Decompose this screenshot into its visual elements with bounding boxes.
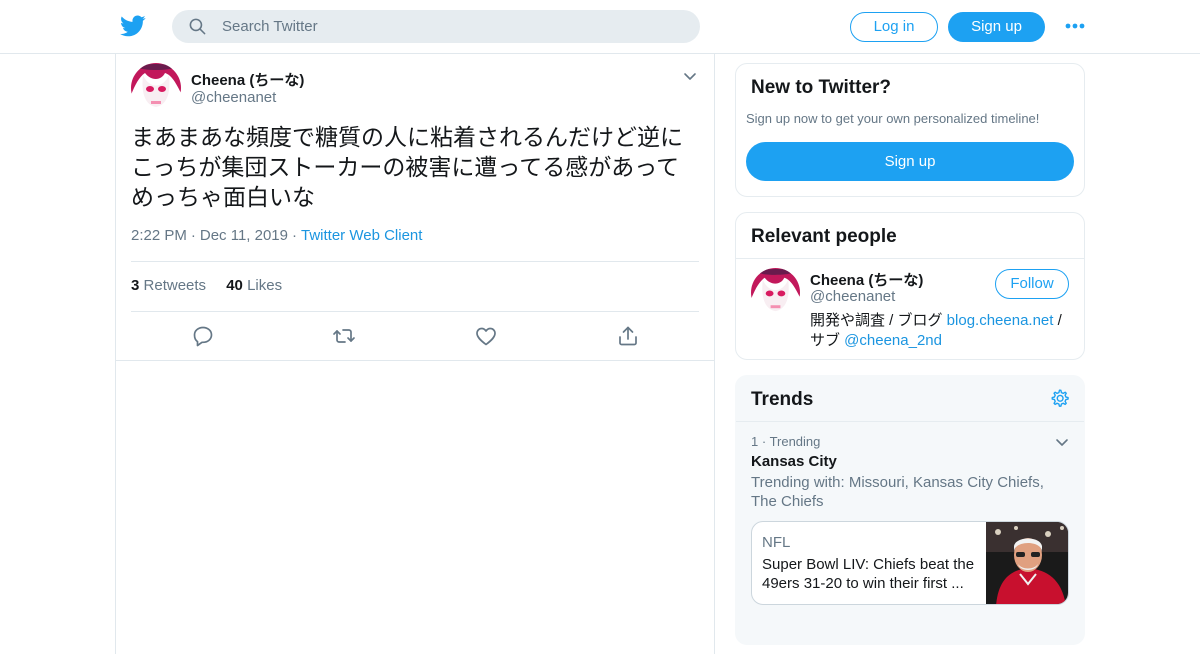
login-button[interactable]: Log in <box>850 12 938 42</box>
trends-card: Trends 1 · Trending Kansas City Trending… <box>735 375 1085 645</box>
trend-rank-label: Trending <box>769 434 821 449</box>
tweet-text: まあまあな頻度で糖質の人に粘着されるんだけど逆に こっちが集団ストーカーの被害に… <box>131 122 706 212</box>
tweet-author-name[interactable]: Cheena (ちーな) <box>191 69 304 90</box>
retweet-icon[interactable] <box>332 324 356 348</box>
tweet-author-handle[interactable]: @cheenanet <box>191 89 276 106</box>
separator-dot: · <box>292 227 297 244</box>
chevron-down-icon[interactable] <box>682 68 698 84</box>
twitter-bird-icon[interactable] <box>120 13 146 39</box>
bio-mention-link[interactable]: @cheena_2nd <box>844 332 942 349</box>
new-to-twitter-card: New to Twitter? Sign up now to get your … <box>735 63 1085 197</box>
retweets-count: 3 <box>131 277 140 294</box>
tweet-source-link[interactable]: Twitter Web Client <box>301 227 422 244</box>
tweet-column: Cheena (ちーな) @cheenanet まあまあな頻度で糖質の人に粘着さ… <box>115 54 715 654</box>
tweet-stats: 3 Retweets 40 Likes <box>131 277 298 294</box>
bio-link[interactable]: blog.cheena.net <box>947 312 1054 329</box>
likes-stat[interactable]: 40 Likes <box>226 277 282 294</box>
retweets-label: Retweets <box>143 277 207 294</box>
chevron-down-icon[interactable] <box>1054 434 1070 450</box>
new-to-twitter-subtitle: Sign up now to get your own personalized… <box>746 111 1040 126</box>
news-title: Super Bowl LIV: Chiefs beat the 49ers 31… <box>762 556 975 592</box>
tweet-metadata: 2:22 PM · Dec 11, 2019 · Twitter Web Client <box>131 227 422 244</box>
top-navigation-bar: Log in Sign up <box>0 0 1200 54</box>
tweet-text-line: こっちが集団ストーカーの被害に遭ってる感があって <box>131 154 680 180</box>
trends-title: Trends <box>751 389 814 410</box>
retweets-stat[interactable]: 3 Retweets <box>131 277 206 294</box>
like-icon[interactable] <box>474 324 498 348</box>
divider <box>736 258 1084 259</box>
search-bar[interactable] <box>172 10 700 43</box>
tweet-text-line: まあまあな頻度で糖質の人に粘着されるんだけど逆に <box>131 124 683 150</box>
signup-cta-button[interactable]: Sign up <box>746 142 1074 181</box>
new-to-twitter-title: New to Twitter? <box>751 77 892 98</box>
news-thumbnail <box>986 522 1068 604</box>
person-name[interactable]: Cheena (ちーな) <box>810 269 923 290</box>
tweet-date[interactable]: Dec 11, 2019 <box>200 227 288 244</box>
trend-rank-number: 1 <box>751 434 759 449</box>
tweet-text-line: めっちゃ面白いな <box>131 184 315 210</box>
tweet-time[interactable]: 2:22 PM <box>131 227 187 244</box>
search-icon <box>189 18 206 35</box>
bio-text: 開発や調査 / ブログ <box>810 312 947 329</box>
relevant-people-card: Relevant people Cheena (ちーな) @cheenanet … <box>735 212 1085 360</box>
news-category: NFL <box>762 534 791 551</box>
gear-icon[interactable] <box>1049 388 1070 409</box>
signup-button[interactable]: Sign up <box>948 12 1045 42</box>
follow-button[interactable]: Follow <box>995 269 1069 299</box>
avatar[interactable] <box>131 63 181 113</box>
person-handle[interactable]: @cheenanet <box>810 288 895 305</box>
divider <box>736 421 1084 422</box>
trend-name[interactable]: Kansas City <box>751 453 837 470</box>
search-input[interactable] <box>222 10 682 43</box>
divider <box>131 261 699 262</box>
tweet: Cheena (ちーな) @cheenanet まあまあな頻度で糖質の人に粘着さ… <box>116 54 714 361</box>
share-icon[interactable] <box>616 324 640 348</box>
relevant-people-title: Relevant people <box>751 226 897 247</box>
likes-count: 40 <box>226 277 243 294</box>
news-card[interactable]: NFL Super Bowl LIV: Chiefs beat the 49er… <box>751 521 1069 605</box>
divider <box>131 311 699 312</box>
separator-dot: · <box>190 227 196 244</box>
avatar[interactable] <box>751 268 800 317</box>
trend-trending-with: Trending with: Missouri, Kansas City Chi… <box>751 474 1044 510</box>
likes-label: Likes <box>247 277 283 294</box>
trend-rank: 1 · Trending <box>751 434 821 449</box>
person-bio: 開発や調査 / ブログ blog.cheena.net / サブ @cheena… <box>810 311 1075 351</box>
reply-icon[interactable] <box>191 324 215 348</box>
more-dots-icon[interactable] <box>1064 18 1086 34</box>
